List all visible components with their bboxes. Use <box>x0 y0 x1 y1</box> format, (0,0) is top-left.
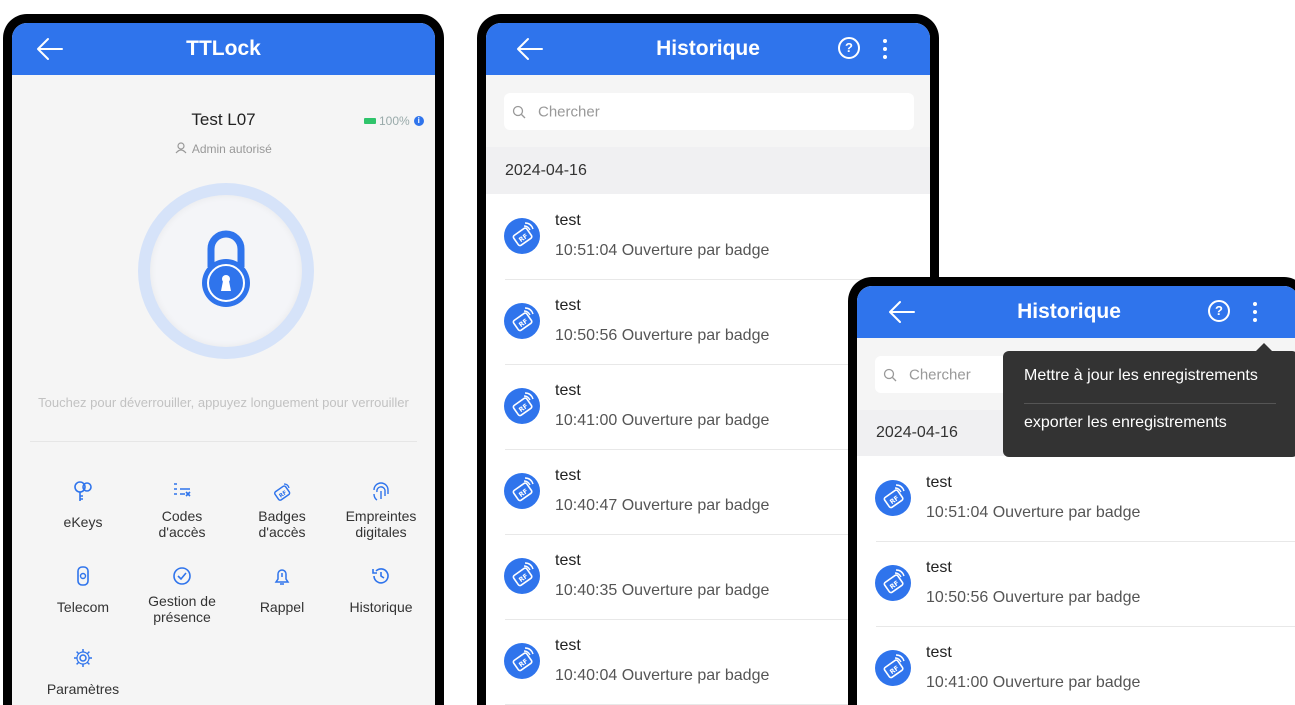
feature-attendance[interactable]: Gestion de présence <box>132 565 232 625</box>
rf-card-icon <box>875 565 911 601</box>
padlock-icon <box>202 230 250 307</box>
bell-icon <box>274 569 290 585</box>
unlock-button[interactable] <box>138 183 314 359</box>
rf-card-icon <box>504 643 540 679</box>
feature-telecom[interactable]: Telecom <box>33 565 133 615</box>
app-bar: Historique ? <box>857 286 1295 338</box>
feature-reminder[interactable]: Rappel <box>232 565 332 615</box>
feature-history[interactable]: Historique <box>331 565 431 615</box>
remote-icon <box>77 566 89 586</box>
app-bar: Historique ? <box>486 23 930 75</box>
feature-passcodes[interactable]: Codes d'accès <box>132 480 232 540</box>
list-item[interactable]: test 10:51:04 Ouverture par badge <box>857 457 1295 542</box>
help-icon[interactable]: ? <box>1208 300 1230 322</box>
search-area: Chercher <box>486 75 930 147</box>
ekey-icon <box>74 481 92 501</box>
list-item[interactable]: test 10:50:56 Ouverture par badge <box>857 542 1295 627</box>
more-menu-icon[interactable] <box>882 39 888 63</box>
menu-item-export-records[interactable]: exporter les enregistrements <box>1024 414 1227 432</box>
search-icon <box>512 105 526 118</box>
menu-divider <box>1024 403 1276 404</box>
feature-fingerprints[interactable]: Empreintes digitales <box>331 480 431 540</box>
svg-text:RF: RF <box>278 490 288 500</box>
search-input[interactable]: Chercher <box>504 93 914 130</box>
page-title: TTLock <box>186 37 261 60</box>
gear-icon <box>74 649 92 667</box>
date-header: 2024-04-16 <box>486 147 930 194</box>
list-item[interactable]: test 10:41:00 Ouverture par badge <box>857 627 1295 705</box>
overflow-menu: Mettre à jour les enregistrements export… <box>1003 343 1295 457</box>
search-icon <box>883 368 897 381</box>
feature-rf-cards[interactable]: RF Badges d'accès <box>232 480 332 540</box>
rf-card-icon <box>504 218 540 254</box>
admin-label: Admin autorisé <box>12 142 435 156</box>
rf-card-icon: RF <box>274 483 291 501</box>
page-title: Historique <box>656 37 760 60</box>
unlock-hint: Touchez pour déverrouiller, appuyez long… <box>38 395 409 410</box>
battery-level: 100% <box>379 114 410 128</box>
history-icon <box>372 568 389 584</box>
battery-status[interactable]: 100% i <box>364 114 424 128</box>
app-bar: TTLock <box>12 23 435 75</box>
help-icon[interactable]: ? <box>838 37 860 59</box>
lock-home-screen: TTLock Test L07 100% i Admin autorisé To… <box>3 14 444 705</box>
menu-arrow <box>1256 343 1272 351</box>
fingerprint-icon <box>373 482 389 501</box>
rf-card-icon <box>875 650 911 686</box>
feature-settings[interactable]: Paramètres <box>33 647 133 697</box>
more-menu-icon[interactable] <box>1252 302 1258 326</box>
rf-card-icon <box>504 473 540 509</box>
history-menu-screen: Historique ? Chercher 2024-04-16 test 10… <box>848 277 1295 705</box>
user-icon <box>175 142 187 154</box>
rf-card-icon <box>504 558 540 594</box>
menu-item-refresh-records[interactable]: Mettre à jour les enregistrements <box>1024 367 1258 385</box>
battery-icon <box>364 118 376 124</box>
divider <box>30 441 417 442</box>
rf-card-icon <box>504 303 540 339</box>
feature-ekeys[interactable]: eKeys <box>33 480 133 530</box>
info-icon[interactable]: i <box>413 116 424 126</box>
rf-card-icon <box>875 480 911 516</box>
rf-card-icon <box>504 388 540 424</box>
attendance-icon <box>173 567 191 585</box>
list-item[interactable]: test 10:51:04 Ouverture par badge <box>486 195 930 280</box>
passcode-icon <box>174 483 191 497</box>
